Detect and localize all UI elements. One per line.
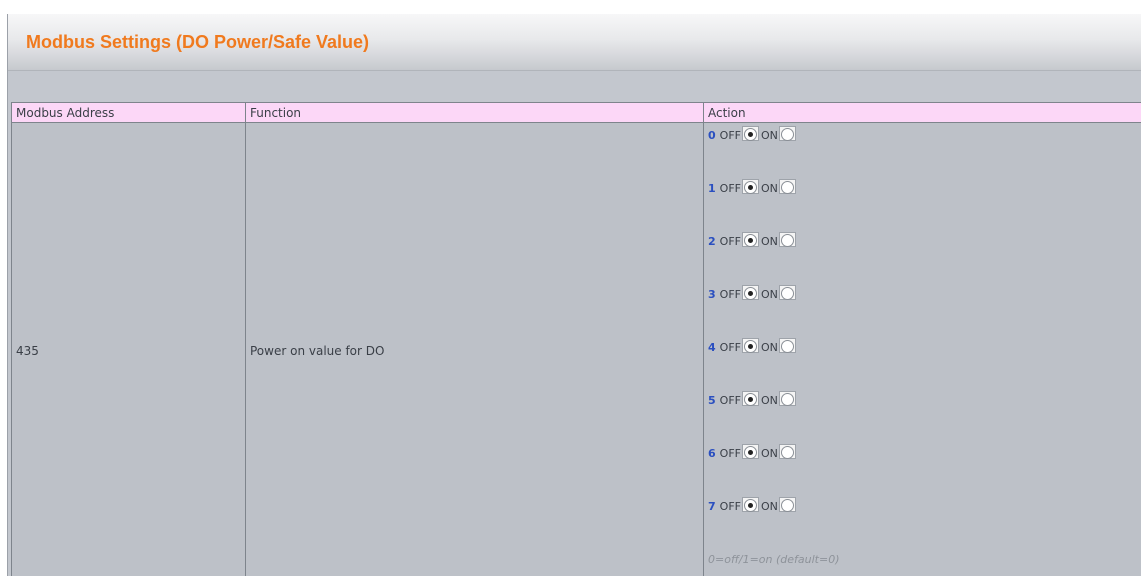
off-radio-button[interactable]: [743, 128, 757, 141]
column-header-modbus-address: Modbus Address: [11, 102, 246, 123]
on-label: ON: [760, 182, 778, 195]
off-radio-frame: [741, 338, 759, 353]
on-label: ON: [760, 235, 778, 248]
bit-number: 5: [708, 394, 716, 407]
on-radio-frame: [778, 232, 796, 247]
header-bar: Modbus Settings (DO Power/Safe Value): [8, 14, 1141, 71]
modbus-address-cell: 435: [11, 122, 246, 576]
on-radio-button[interactable]: [780, 181, 794, 194]
off-label: OFF: [719, 394, 741, 407]
off-label: OFF: [719, 235, 741, 248]
off-radio-frame: [741, 179, 759, 194]
bit-number: 4: [708, 341, 716, 354]
off-label: OFF: [719, 182, 741, 195]
off-radio-button[interactable]: [743, 499, 757, 512]
off-label: OFF: [719, 341, 741, 354]
off-radio-button[interactable]: [743, 393, 757, 406]
on-label: ON: [760, 129, 778, 142]
top-strip: [0, 0, 1141, 14]
bit-number: 7: [708, 500, 716, 513]
off-label: OFF: [719, 447, 741, 460]
off-radio-frame: [741, 232, 759, 247]
on-radio-frame: [778, 497, 796, 512]
on-label: ON: [760, 288, 778, 301]
off-radio-button[interactable]: [743, 287, 757, 300]
table-header-row: Modbus Address Function Action: [11, 102, 1141, 123]
on-label: ON: [760, 341, 778, 354]
on-radio-frame: [778, 444, 796, 459]
off-radio-frame: [741, 391, 759, 406]
on-radio-button[interactable]: [780, 234, 794, 247]
action-row-bit-6: 6 OFF ON: [708, 444, 1138, 500]
on-radio-frame: [778, 338, 796, 353]
page-title: Modbus Settings (DO Power/Safe Value): [26, 32, 370, 52]
settings-panel: Modbus Settings (DO Power/Safe Value) Mo…: [7, 14, 1141, 576]
off-label: OFF: [719, 288, 741, 301]
off-radio-frame: [741, 444, 759, 459]
bit-number: 1: [708, 182, 716, 195]
on-radio-button[interactable]: [780, 446, 794, 459]
on-radio-button[interactable]: [780, 340, 794, 353]
off-label: OFF: [719, 500, 741, 513]
on-label: ON: [760, 394, 778, 407]
action-row-bit-5: 5 OFF ON: [708, 391, 1138, 447]
off-radio-frame: [741, 497, 759, 512]
action-hint: 0=off/1=on (default=0): [708, 553, 840, 566]
bit-number: 0: [708, 129, 716, 142]
on-radio-frame: [778, 285, 796, 300]
action-row-bit-3: 3 OFF ON: [708, 285, 1138, 341]
off-radio-button[interactable]: [743, 446, 757, 459]
on-radio-button[interactable]: [780, 128, 794, 141]
on-radio-frame: [778, 391, 796, 406]
action-row-bit-4: 4 OFF ON: [708, 338, 1138, 394]
on-radio-button[interactable]: [780, 287, 794, 300]
off-radio-button[interactable]: [743, 234, 757, 247]
on-label: ON: [760, 500, 778, 513]
action-row-bit-0: 0 OFF ON: [708, 126, 1138, 182]
off-radio-button[interactable]: [743, 181, 757, 194]
action-radio-list: 0 OFF ON 1 OFF ON 2 OFF ON 3 OFF ON 4 OFF ON 5 OFF ON 6 OFF…: [708, 126, 1138, 553]
off-radio-frame: [741, 126, 759, 141]
off-radio-button[interactable]: [743, 340, 757, 353]
column-header-action: Action: [703, 102, 1141, 123]
modbus-settings-table: Modbus Address Function Action 435 Power…: [11, 102, 1141, 576]
off-radio-frame: [741, 285, 759, 300]
on-radio-frame: [778, 126, 796, 141]
page: Modbus Settings (DO Power/Safe Value) Mo…: [0, 0, 1141, 576]
bit-number: 3: [708, 288, 716, 301]
on-label: ON: [760, 447, 778, 460]
action-cell: 0 OFF ON 1 OFF ON 2 OFF ON 3 OFF ON 4 OFF ON 5 OFF ON 6 OFF…: [703, 122, 1141, 576]
on-radio-frame: [778, 179, 796, 194]
column-header-function: Function: [245, 102, 704, 123]
action-row-bit-7: 7 OFF ON: [708, 497, 1138, 553]
action-row-bit-1: 1 OFF ON: [708, 179, 1138, 235]
table-row: 435 Power on value for DO 0 OFF ON 1 OFF ON 2 O…: [11, 122, 1141, 576]
bit-number: 2: [708, 235, 716, 248]
bit-number: 6: [708, 447, 716, 460]
on-radio-button[interactable]: [780, 393, 794, 406]
action-row-bit-2: 2 OFF ON: [708, 232, 1138, 288]
function-cell: Power on value for DO: [245, 122, 704, 576]
off-label: OFF: [719, 129, 741, 142]
on-radio-button[interactable]: [780, 499, 794, 512]
